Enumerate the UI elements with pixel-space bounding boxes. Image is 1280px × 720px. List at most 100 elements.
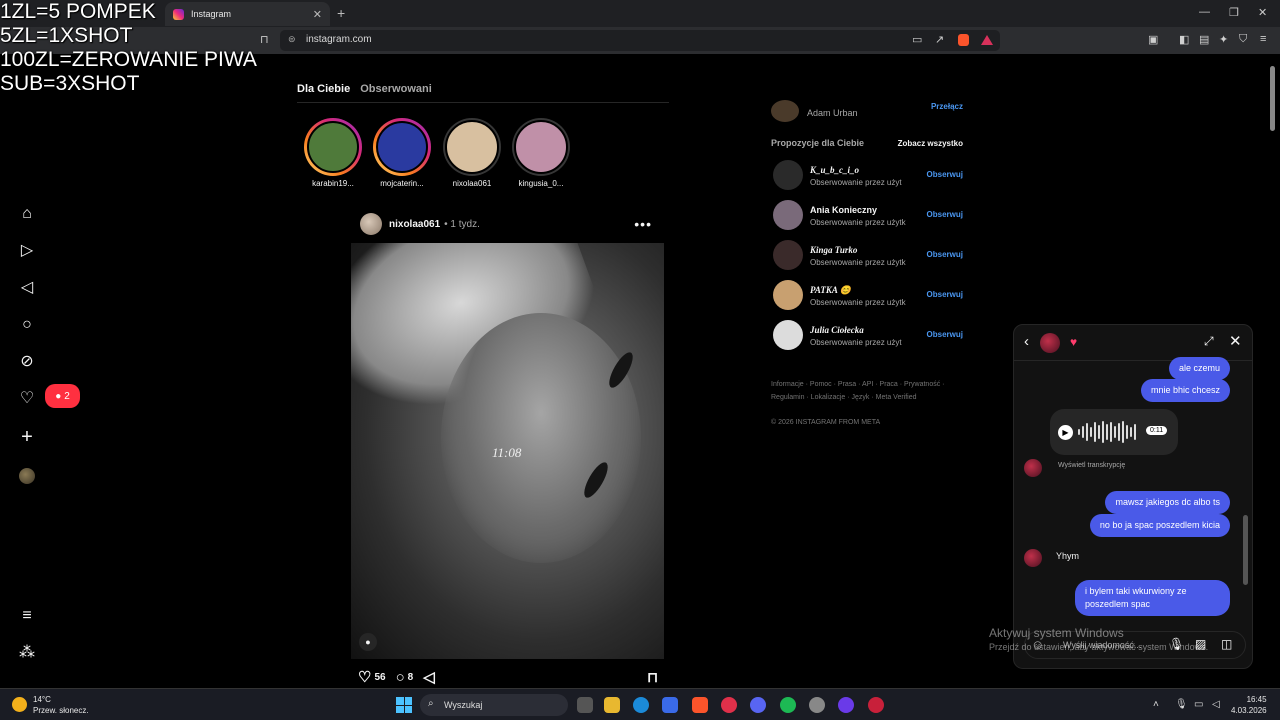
suggestion-name[interactable]: K_u_b_c_i_o: [810, 165, 859, 175]
sender-avatar[interactable]: [1024, 459, 1042, 477]
reels-icon[interactable]: ▷: [17, 241, 37, 261]
meta-apps-icon[interactable]: ⁂: [17, 643, 37, 663]
messages-icon[interactable]: ◁: [17, 278, 37, 298]
post-image[interactable]: 11:08 ●: [351, 243, 664, 659]
more-menu-icon[interactable]: ≡: [17, 606, 37, 626]
follow-button[interactable]: Obserwuj: [927, 250, 963, 259]
store-icon[interactable]: [662, 697, 678, 713]
mic-tray-icon[interactable]: 🎙: [1175, 699, 1188, 710]
network-icon[interactable]: ▭: [1194, 699, 1203, 710]
suggestion-avatar[interactable]: [773, 240, 803, 270]
save-icon[interactable]: ⊓: [647, 669, 658, 686]
window-close-icon[interactable]: ✕: [1258, 6, 1267, 19]
follow-button[interactable]: Obserwuj: [927, 330, 963, 339]
reader-icon[interactable]: ▣: [1148, 33, 1158, 46]
sidebar-toggle-icon[interactable]: ◧: [1179, 33, 1189, 46]
suggestion-avatar[interactable]: [773, 320, 803, 350]
scroll-thumb[interactable]: [1243, 515, 1248, 585]
suggestion-name[interactable]: Julia Ciołecka: [810, 325, 864, 335]
brave-rewards-icon[interactable]: [981, 35, 993, 45]
comment-icon[interactable]: ○: [396, 669, 405, 686]
opera-icon[interactable]: [868, 697, 884, 713]
taskbar-search[interactable]: ⌕ Wyszukaj: [420, 694, 568, 716]
suggestion-name[interactable]: Kinga Turko: [810, 245, 857, 255]
task-view-icon[interactable]: [577, 697, 593, 713]
story-item[interactable]: karabin19...: [303, 118, 363, 188]
tab-close-icon[interactable]: ✕: [313, 8, 322, 21]
brave-icon[interactable]: [692, 697, 708, 713]
close-icon[interactable]: ✕: [1229, 332, 1242, 350]
weather-widget[interactable]: 14°C Przew. słonecz.: [12, 694, 89, 716]
chat-scrollbar[interactable]: [1243, 365, 1248, 615]
view-transcription-link[interactable]: Wyświetl transkrypcję: [1058, 462, 1125, 469]
follow-notification-badge[interactable]: ● 2: [45, 384, 80, 408]
spotify-icon[interactable]: [780, 697, 796, 713]
steam-icon[interactable]: [809, 697, 825, 713]
follow-button[interactable]: Obserwuj: [927, 210, 963, 219]
volume-icon[interactable]: ◁: [1212, 699, 1220, 710]
page-scroll-thumb[interactable]: [1270, 66, 1275, 131]
sender-avatar[interactable]: [1024, 549, 1042, 567]
voice-message[interactable]: ▶ 0:11: [1050, 409, 1178, 455]
share-icon[interactable]: ↗: [935, 33, 944, 46]
footer-line[interactable]: Regulamin · Lokalizacje · Język · Meta V…: [771, 391, 963, 404]
minimize-icon[interactable]: —: [1199, 6, 1210, 18]
follow-button[interactable]: Obserwuj: [927, 170, 963, 179]
post-author-avatar[interactable]: [360, 213, 382, 235]
home-icon[interactable]: ⌂: [17, 204, 37, 224]
search-icon[interactable]: ○: [17, 315, 37, 335]
leo-ai-icon[interactable]: ✦: [1219, 33, 1228, 46]
post-options-icon[interactable]: •••: [634, 216, 652, 232]
profile-avatar[interactable]: [19, 468, 35, 484]
weather-temp: 14°C: [33, 695, 51, 704]
cast-icon[interactable]: ▭: [912, 33, 922, 46]
suggestion-avatar[interactable]: [773, 200, 803, 230]
story-item[interactable]: kingusia_0...: [511, 118, 571, 188]
opera-gx-icon[interactable]: [721, 697, 737, 713]
page-scrollbar[interactable]: [1269, 56, 1276, 686]
browser-menu-icon[interactable]: ≡: [1260, 33, 1266, 45]
like-icon[interactable]: ♡: [358, 668, 371, 686]
chat-avatar[interactable]: [1040, 333, 1060, 353]
edge-icon[interactable]: [633, 697, 649, 713]
switch-account-link[interactable]: Przełącz: [931, 102, 963, 111]
suggestion-row: PATKA 😊 Obserwowanie przez użytk Obserwu…: [771, 280, 963, 312]
tab-following[interactable]: Obserwowani: [360, 83, 432, 95]
start-icon[interactable]: [396, 697, 412, 713]
explore-icon[interactable]: ⊘: [17, 352, 37, 372]
share-icon[interactable]: ◁: [423, 668, 435, 686]
file-explorer-icon[interactable]: [604, 697, 620, 713]
discord-icon[interactable]: [750, 697, 766, 713]
story-item[interactable]: nixolaa061: [442, 118, 502, 188]
url-field[interactable]: ⊜ instagram.com: [280, 30, 1000, 51]
new-tab-icon[interactable]: +: [337, 5, 345, 21]
instagram-sidenav: ⌂ ▷ ◁ ○ ⊘ ♡ + ≡ ⁂: [0, 54, 55, 686]
account-avatar[interactable]: [771, 100, 799, 122]
taskbar-clock[interactable]: 16:45 4.03.2026: [1231, 694, 1267, 716]
site-info-icon[interactable]: ⊜: [288, 34, 296, 45]
brave-shields-icon[interactable]: [958, 34, 969, 46]
suggestion-avatar[interactable]: [773, 160, 803, 190]
suggestion-name[interactable]: PATKA 😊: [810, 285, 851, 296]
wallet-icon[interactable]: ▤: [1199, 33, 1209, 46]
maximize-icon[interactable]: ❐: [1229, 6, 1239, 19]
create-icon[interactable]: +: [17, 427, 37, 447]
expand-icon[interactable]: ⤢: [1204, 334, 1214, 349]
suggestion-name[interactable]: Ania Konieczny: [810, 205, 877, 215]
tagged-user-icon[interactable]: ●: [359, 633, 377, 651]
see-all-link[interactable]: Zobacz wszystko: [898, 139, 963, 148]
tab-for-you[interactable]: Dla Ciebie: [297, 83, 350, 95]
play-icon[interactable]: ▶: [1058, 425, 1073, 440]
post-author[interactable]: nixolaa061: [389, 219, 440, 230]
back-icon[interactable]: ‹: [1024, 333, 1029, 350]
tray-chevron-icon[interactable]: ˄: [1153, 699, 1159, 710]
story-item[interactable]: mojcaterin...: [372, 118, 432, 188]
notifications-heart-icon[interactable]: ♡: [17, 389, 37, 409]
footer-line[interactable]: Informacje · Pomoc · Prasa · API · Praca…: [771, 378, 963, 391]
bookmark-icon[interactable]: ⊓: [260, 33, 269, 46]
suggestion-avatar[interactable]: [773, 280, 803, 310]
follow-button[interactable]: Obserwuj: [927, 290, 963, 299]
sticker-icon[interactable]: ◫: [1221, 637, 1232, 651]
vpn-icon[interactable]: ⛉: [1239, 33, 1247, 46]
obs-icon[interactable]: [838, 697, 854, 713]
